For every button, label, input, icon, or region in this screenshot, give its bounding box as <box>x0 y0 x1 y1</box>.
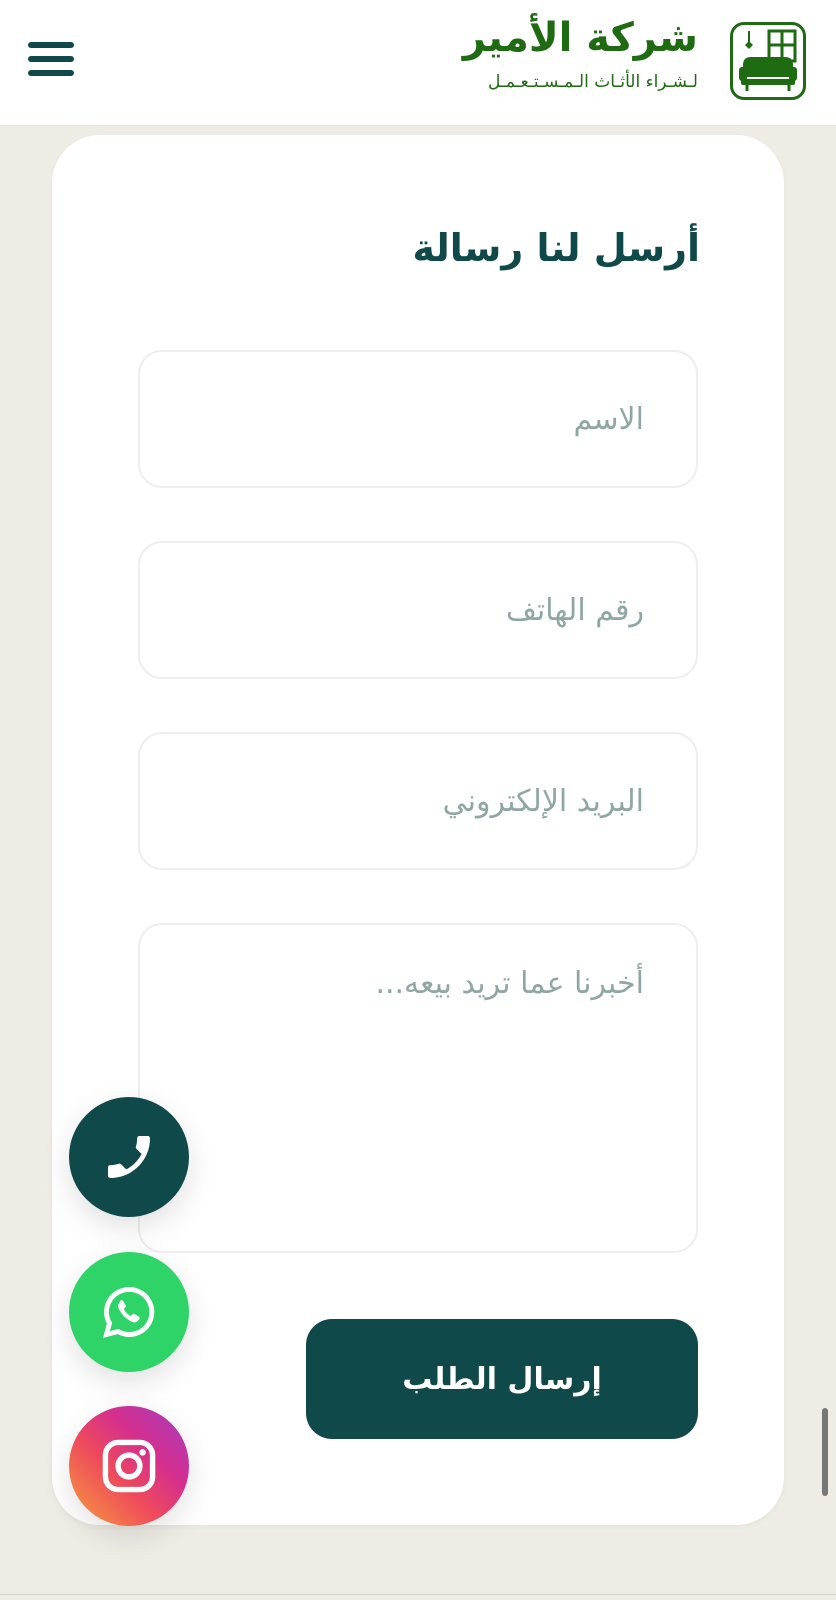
sofa-window-icon <box>739 29 797 91</box>
form-title: أرسل لنا رسالة <box>412 226 700 270</box>
brand-title: شركة الأمير <box>462 15 698 61</box>
phone-icon <box>108 1136 150 1178</box>
divider <box>0 1594 836 1595</box>
name-input[interactable] <box>138 350 698 488</box>
instagram-button[interactable] <box>69 1406 189 1526</box>
logo[interactable] <box>730 22 806 100</box>
whatsapp-icon <box>103 1287 155 1338</box>
whatsapp-button[interactable] <box>69 1252 189 1372</box>
site-header: شركة الأمير لـشـراء الأثـاث الـمـسـتـعـم… <box>0 0 836 126</box>
hamburger-icon <box>28 42 74 48</box>
message-textarea[interactable] <box>138 923 698 1253</box>
menu-button[interactable] <box>28 38 78 82</box>
brand-subtitle: لـشـراء الأثـاث الـمـسـتـعـمـل <box>487 72 698 92</box>
scrollbar-thumb[interactable] <box>822 1408 828 1496</box>
phone-input[interactable] <box>138 541 698 679</box>
call-button[interactable] <box>69 1097 189 1217</box>
submit-button[interactable]: إرسال الطلب <box>306 1319 698 1439</box>
email-input[interactable] <box>138 732 698 870</box>
instagram-icon <box>102 1439 156 1493</box>
